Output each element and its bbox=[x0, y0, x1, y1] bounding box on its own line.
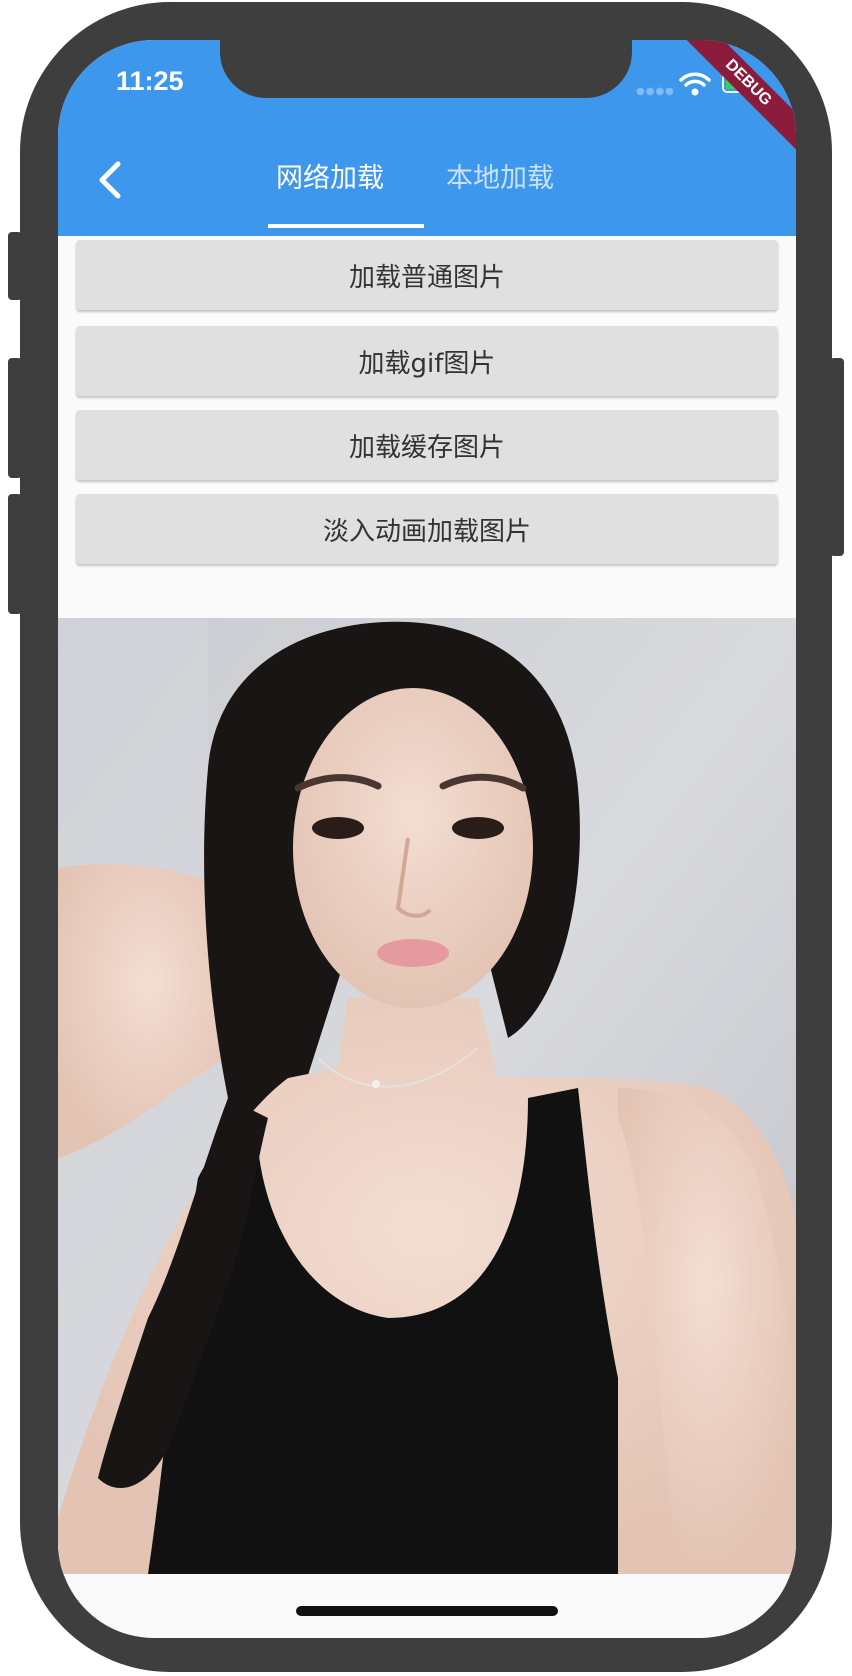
status-time: 11:25 bbox=[116, 66, 184, 96]
photo-of-woman bbox=[58, 618, 796, 1574]
wifi-icon bbox=[679, 72, 711, 96]
signal-icon: ●●●● bbox=[636, 86, 675, 97]
app-bar: 11:25 ●●●● DEBUG 网络加载 本地加载 bbox=[58, 40, 796, 236]
load-gif-image-button[interactable]: 加载gif图片 bbox=[76, 326, 778, 396]
load-cached-image-button[interactable]: 加载缓存图片 bbox=[76, 410, 778, 480]
power-button bbox=[830, 358, 844, 556]
debug-banner: DEBUG bbox=[668, 40, 796, 163]
tab-local-load[interactable]: 本地加载 bbox=[446, 156, 554, 195]
back-chevron-icon[interactable] bbox=[94, 158, 126, 202]
volume-down-button bbox=[8, 494, 22, 614]
notch bbox=[220, 40, 632, 98]
mute-switch bbox=[8, 232, 22, 300]
photo-illustration bbox=[58, 618, 796, 1574]
fade-in-load-image-button[interactable]: 淡入动画加载图片 bbox=[76, 494, 778, 564]
home-indicator[interactable] bbox=[296, 1606, 558, 1616]
tab-indicator bbox=[268, 224, 424, 228]
tab-network-load[interactable]: 网络加载 bbox=[276, 156, 384, 195]
volume-up-button bbox=[8, 358, 22, 478]
load-normal-image-button[interactable]: 加载普通图片 bbox=[76, 240, 778, 310]
phone-screen: 11:25 ●●●● DEBUG 网络加载 本地加载 加载普通图片 加载gif图… bbox=[58, 40, 796, 1638]
